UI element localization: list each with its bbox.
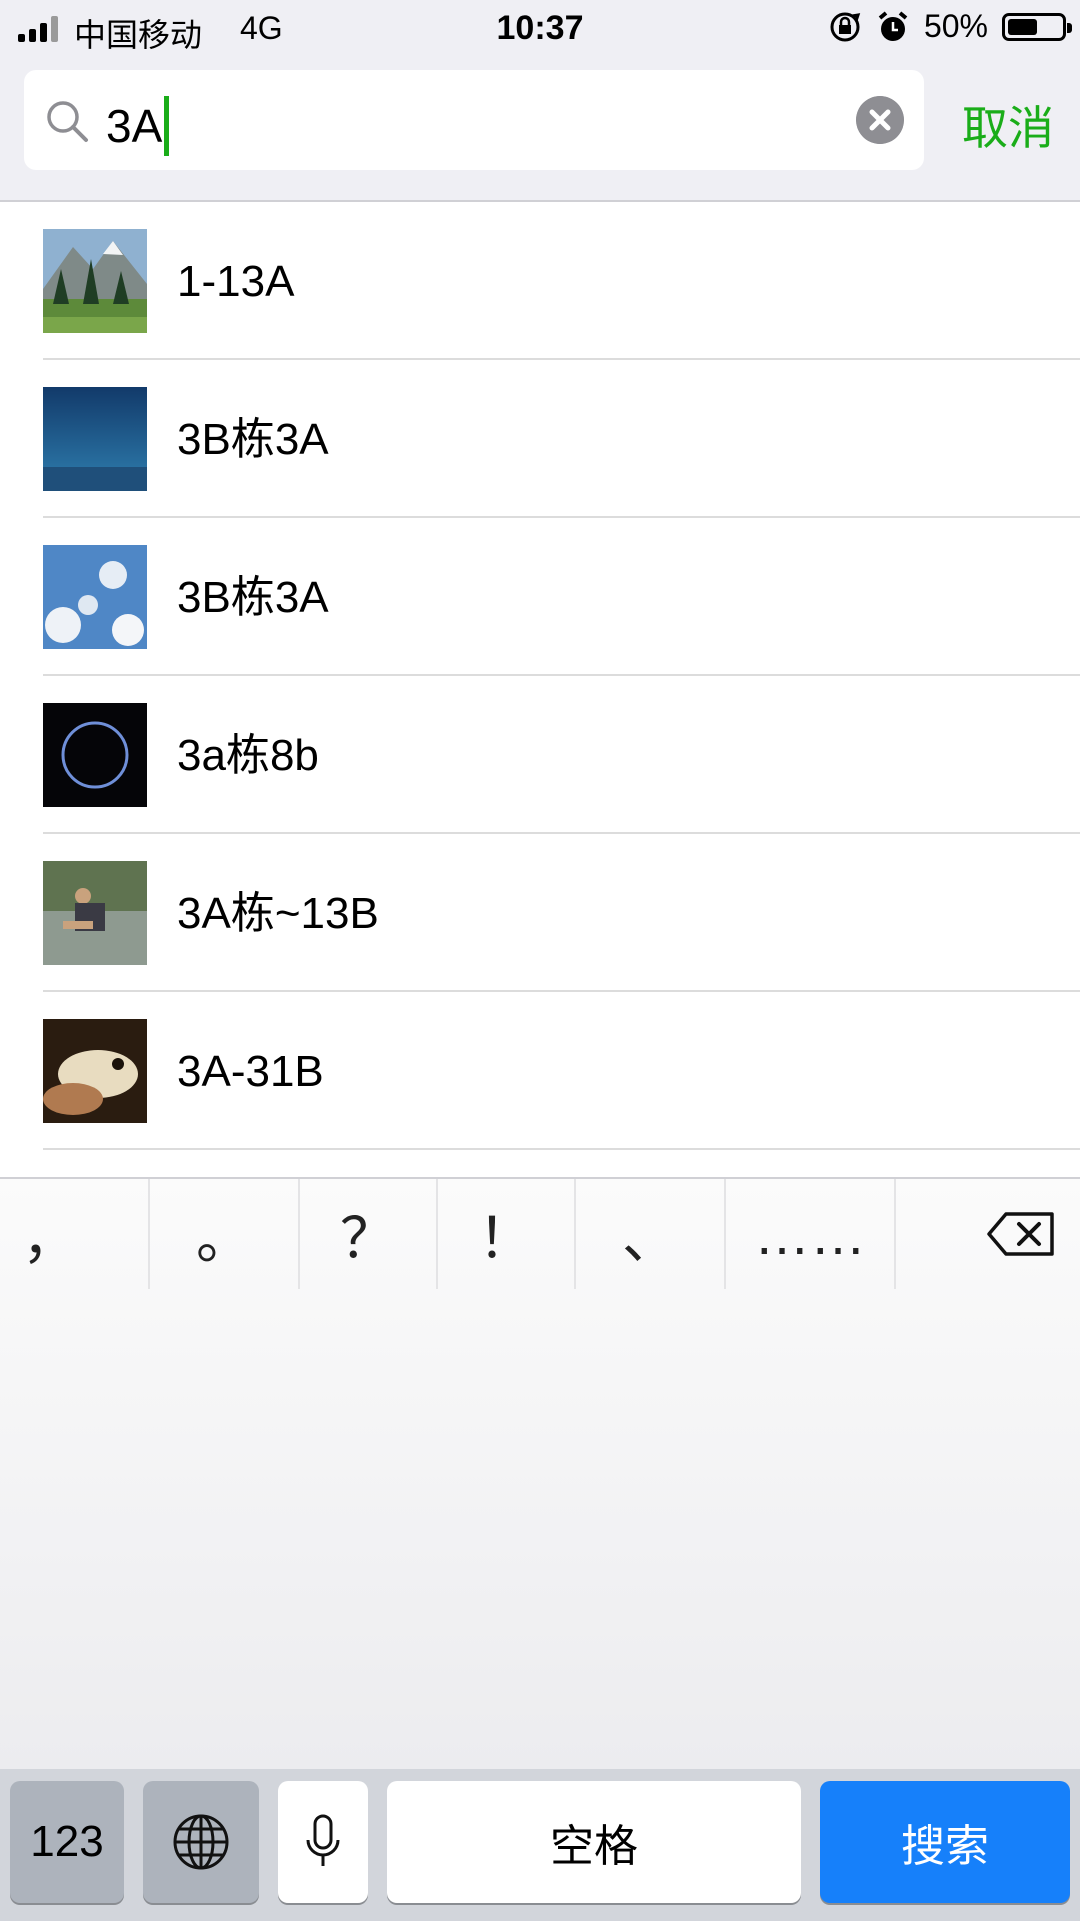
list-item[interactable]: 3A-31B bbox=[0, 992, 1080, 1150]
key-comma[interactable]: ， bbox=[0, 1179, 100, 1289]
divider bbox=[43, 1148, 1080, 1150]
key-divider bbox=[894, 1179, 896, 1289]
key-period[interactable]: 。 bbox=[150, 1179, 298, 1289]
key-question[interactable]: ？ bbox=[300, 1179, 436, 1289]
list-item[interactable]: 3B栋3A bbox=[0, 360, 1080, 518]
search-query[interactable]: 3A bbox=[106, 96, 170, 156]
contact-name: 3B栋3A bbox=[177, 573, 329, 622]
avatar bbox=[43, 387, 147, 491]
backspace-icon[interactable] bbox=[986, 1211, 1056, 1257]
search-key[interactable]: 搜索 bbox=[820, 1781, 1070, 1903]
contact-name: 3a栋8b bbox=[177, 731, 319, 780]
contact-name: 1-13A bbox=[177, 257, 295, 306]
dictation-key[interactable] bbox=[278, 1781, 368, 1903]
status-bar: 中国移动 4G 10:37 50% bbox=[0, 0, 1080, 60]
avatar bbox=[43, 545, 147, 649]
rotation-lock-icon bbox=[830, 12, 861, 41]
keyboard-bottom-row: 123 空格 搜索 bbox=[0, 1769, 1080, 1921]
text-caret bbox=[164, 96, 170, 156]
battery-percent: 50% bbox=[923, 8, 988, 44]
globe-icon bbox=[173, 1814, 229, 1870]
microphone-icon bbox=[306, 1814, 340, 1866]
list-item[interactable]: 1-13A bbox=[0, 202, 1080, 360]
list-item[interactable]: 3A栋~13B bbox=[0, 834, 1080, 992]
key-exclamation[interactable]: ！ bbox=[438, 1179, 574, 1289]
numbers-key[interactable]: 123 bbox=[10, 1781, 124, 1903]
punctuation-row: ， 。 ？ ！ 、 …… bbox=[0, 1179, 1080, 1289]
keyboard: ， 。 ？ ！ 、 …… 123 空格 搜索 bbox=[0, 1177, 1080, 1921]
contact-name: 3B栋3A bbox=[177, 415, 329, 464]
space-key[interactable]: 空格 bbox=[387, 1781, 801, 1903]
list-item[interactable]: 3B栋3A bbox=[0, 518, 1080, 676]
battery-icon bbox=[1002, 12, 1072, 41]
list-item[interactable]: 3a栋8b bbox=[0, 676, 1080, 834]
status-right: 50% bbox=[828, 8, 1072, 45]
contact-name: 3A栋~13B bbox=[177, 889, 379, 938]
language-key[interactable] bbox=[143, 1781, 259, 1903]
cancel-button[interactable]: 取消 bbox=[962, 92, 1054, 158]
avatar bbox=[43, 229, 147, 333]
search-header: 3A 取消 bbox=[0, 60, 1080, 202]
avatar bbox=[43, 861, 147, 965]
avatar bbox=[43, 1019, 147, 1123]
alarm-icon bbox=[878, 10, 908, 41]
search-icon bbox=[47, 101, 88, 142]
key-ellipsis[interactable]: …… bbox=[726, 1179, 894, 1289]
search-query-text: 3A bbox=[106, 100, 163, 152]
search-input[interactable]: 3A bbox=[24, 70, 924, 170]
key-enumeration-comma[interactable]: 、 bbox=[576, 1179, 724, 1289]
results-list: 1-13A 3B栋3A 3B栋3A 3a栋8b 3A栋~13B 3A-31B bbox=[0, 202, 1080, 1150]
contact-name: 3A-31B bbox=[177, 1047, 324, 1096]
clear-icon[interactable] bbox=[856, 96, 904, 144]
avatar bbox=[43, 703, 147, 807]
